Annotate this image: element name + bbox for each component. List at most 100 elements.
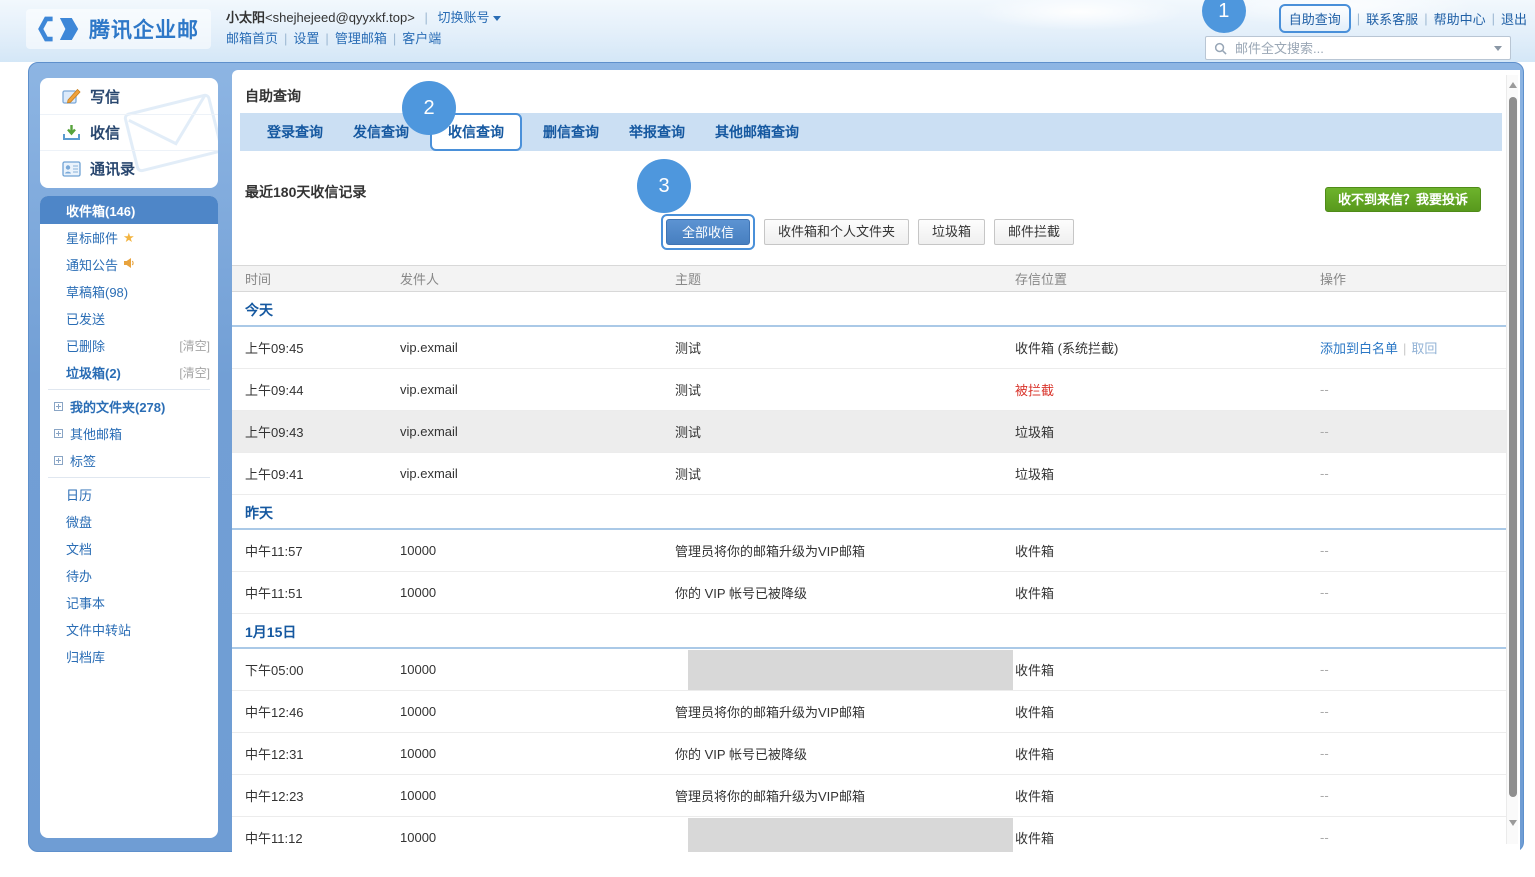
cell-time: 上午09:41 <box>245 464 400 483</box>
folder-item-starred[interactable]: 星标邮件★ <box>40 224 218 251</box>
folder-item-notices[interactable]: 通知公告 <box>40 251 218 278</box>
cell-operation: -- <box>1320 424 1506 439</box>
cell-location: 收件箱 <box>1015 583 1320 602</box>
tab-report-query[interactable]: 举报查询 <box>614 122 700 142</box>
tree-item-my-folders[interactable]: 我的文件夹(278) <box>40 393 218 420</box>
cell-subject: 管理员将你的邮箱升级为VIP邮箱 <box>675 541 1015 560</box>
switch-account-link[interactable]: 切换账号 <box>437 10 489 25</box>
sidebar-action-receive[interactable]: 收信 <box>40 114 218 150</box>
tree-item-other-mailbox[interactable]: 其他邮箱 <box>40 420 218 447</box>
top-right-links: 1自助查询|联系客服|帮助中心|退出 <box>1279 9 1527 28</box>
content-scrollbar[interactable] <box>1506 75 1518 844</box>
user-name: 小太阳 <box>226 10 265 25</box>
app-item-docs[interactable]: 文档 <box>40 535 218 562</box>
sidebar-folder-box: 收件箱(146)星标邮件★通知公告草稿箱(98)已发送已删除[清空]垃圾箱(2)… <box>40 196 218 838</box>
table-row: 中午12:2310000管理员将你的邮箱升级为VIP邮箱收件箱-- <box>232 775 1506 817</box>
cell-location: 垃圾箱 <box>1015 422 1320 441</box>
mail-scope-filters: 3全部收信收件箱和个人文件夹垃圾箱邮件拦截 <box>661 214 1074 250</box>
top-link-self-service-query[interactable]: 自助查询 <box>1289 12 1341 27</box>
sidebar-action-contacts[interactable]: 通讯录 <box>40 150 218 186</box>
cell-subject: 管理员将你的邮箱升级为VIP邮箱 <box>675 786 1015 805</box>
cell-time: 中午11:12 <box>245 828 400 847</box>
app-logo-text: 腾讯企业邮 <box>89 14 199 44</box>
top-link-contact-support[interactable]: 联系客服 <box>1366 9 1418 28</box>
cell-location: 收件箱 <box>1015 702 1320 721</box>
app-item-file-transfer[interactable]: 文件中转站 <box>40 616 218 643</box>
table-row: 中午11:5710000管理员将你的邮箱升级为VIP邮箱收件箱-- <box>232 530 1506 572</box>
tab-delete-query[interactable]: 删信查询 <box>528 122 614 142</box>
app-item-calendar[interactable]: 日历 <box>40 481 218 508</box>
search-input[interactable] <box>1233 40 1488 57</box>
clear-folder-link-junk[interactable]: [清空] <box>179 364 210 381</box>
app-item-archive[interactable]: 归档库 <box>40 643 218 670</box>
folder-item-junk[interactable]: 垃圾箱(2)[清空] <box>40 359 218 386</box>
filter-button-junk[interactable]: 垃圾箱 <box>918 219 985 245</box>
retrieve-link[interactable]: 取回 <box>1411 341 1437 356</box>
section-title: 最近180天收信记录 <box>245 182 366 202</box>
table-row: 中午12:3110000你的 VIP 帐号已被降级收件箱-- <box>232 733 1506 775</box>
add-to-whitelist-link[interactable]: 添加到白名单 <box>1320 341 1398 356</box>
redacted-subject <box>688 818 1013 852</box>
nav-link-client[interactable]: 客户端 <box>402 31 441 46</box>
cell-operation: -- <box>1320 830 1506 845</box>
nav-link-manage-mailbox[interactable]: 管理邮箱 <box>335 31 387 46</box>
received-mail-table: 时间 发件人 主题 存信位置 操作 今天上午09:45vip.exmail测试收… <box>232 265 1506 852</box>
scrollbar-thumb[interactable] <box>1509 97 1517 797</box>
col-sender: 发件人 <box>400 269 675 288</box>
cell-location: 收件箱 <box>1015 786 1320 805</box>
filter-button-inbox-personal[interactable]: 收件箱和个人文件夹 <box>764 219 909 245</box>
cell-location: 收件箱 <box>1015 541 1320 560</box>
app-item-todo[interactable]: 待办 <box>40 562 218 589</box>
expand-plus-icon[interactable] <box>54 402 63 411</box>
scroll-up-arrow-icon[interactable] <box>1509 82 1517 88</box>
cell-subject: 测试 <box>675 464 1015 483</box>
table-row: 上午09:41vip.exmail测试垃圾箱-- <box>232 453 1506 495</box>
cell-location: 被拦截 <box>1015 380 1320 399</box>
top-link-help-center[interactable]: 帮助中心 <box>1434 9 1486 28</box>
main-content: 自助查询 登录查询发信查询收信查询2删信查询举报查询其他邮箱查询 最近180天收… <box>232 70 1520 852</box>
cell-time: 上午09:44 <box>245 380 400 399</box>
tab-other-mailbox-query[interactable]: 其他邮箱查询 <box>700 122 814 142</box>
col-location: 存信位置 <box>1015 269 1320 288</box>
folder-item-deleted[interactable]: 已删除[清空] <box>40 332 218 359</box>
clear-folder-link-deleted[interactable]: [清空] <box>179 337 210 354</box>
app-item-weidrive[interactable]: 微盘 <box>40 508 218 535</box>
filter-button-all-mail[interactable]: 全部收信 <box>666 219 750 245</box>
star-icon: ★ <box>123 230 135 246</box>
cell-operation: -- <box>1320 585 1506 600</box>
col-time: 时间 <box>245 269 400 288</box>
search-scope-dropdown-icon[interactable] <box>1494 46 1502 51</box>
annotation-box-step3: 3全部收信 <box>661 214 755 250</box>
filter-button-intercepted[interactable]: 邮件拦截 <box>994 219 1074 245</box>
folder-item-drafts[interactable]: 草稿箱(98) <box>40 278 218 305</box>
annotation-circle-2: 2 <box>402 81 456 135</box>
cell-sender: 10000 <box>400 585 675 600</box>
tree-item-tags[interactable]: 标签 <box>40 447 218 474</box>
cell-time: 中午12:23 <box>245 786 400 805</box>
search-icon <box>1214 42 1227 55</box>
cell-subject: 你的 VIP 帐号已被降级 <box>675 744 1015 763</box>
tab-receive-query[interactable]: 收信查询2 <box>430 113 522 151</box>
folder-item-inbox[interactable]: 收件箱(146) <box>40 196 218 224</box>
complaint-button[interactable]: 收不到来信？我要投诉 <box>1325 187 1481 212</box>
cell-operation: -- <box>1320 746 1506 761</box>
table-row: 中午11:1210000收件箱-- <box>232 817 1506 852</box>
folder-item-sent[interactable]: 已发送 <box>40 305 218 332</box>
mail-search-box[interactable] <box>1205 36 1511 60</box>
scroll-down-arrow-icon[interactable] <box>1509 820 1517 826</box>
cell-sender: 10000 <box>400 830 675 845</box>
expand-plus-icon[interactable] <box>54 429 63 438</box>
cell-sender: vip.exmail <box>400 466 675 481</box>
top-link-logout[interactable]: 退出 <box>1501 9 1527 28</box>
col-operation: 操作 <box>1320 269 1506 288</box>
receive-mail-icon <box>62 124 81 142</box>
tab-login-query[interactable]: 登录查询 <box>252 122 338 142</box>
nav-link-settings[interactable]: 设置 <box>293 31 319 46</box>
sidebar-action-compose[interactable]: 写信 <box>40 78 218 114</box>
table-row: 中午12:4610000管理员将你的邮箱升级为VIP邮箱收件箱-- <box>232 691 1506 733</box>
expand-plus-icon[interactable] <box>54 456 63 465</box>
app-item-notes[interactable]: 记事本 <box>40 589 218 616</box>
nav-link-mailbox-home[interactable]: 邮箱首页 <box>226 31 278 46</box>
table-group-header: 今天 <box>232 292 1506 327</box>
cell-location: 收件箱 <box>1015 744 1320 763</box>
